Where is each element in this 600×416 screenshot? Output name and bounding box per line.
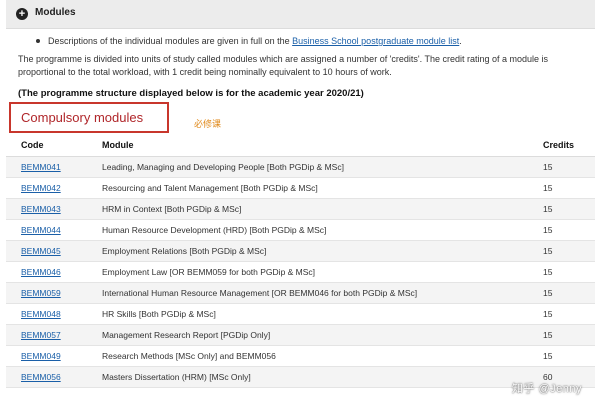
module-code-link[interactable]: BEMM046 — [6, 261, 87, 283]
accordion-title: Modules — [35, 7, 76, 18]
module-name: Leading, Managing and Developing People … — [87, 156, 528, 178]
module-credits: 15 — [528, 303, 595, 325]
module-name: International Human Resource Management … — [87, 282, 528, 304]
annotation-note: 必修课 — [194, 119, 222, 129]
watermark: 知乎 @Jenny — [511, 383, 582, 395]
module-name: HRM in Context [Both PGDip & MSc] — [87, 198, 528, 220]
table-row: BEMM041 Leading, Managing and Developing… — [6, 156, 595, 178]
table-row: BEMM042 Resourcing and Talent Management… — [6, 177, 595, 199]
module-list-link[interactable]: Business School postgraduate module list — [292, 36, 459, 46]
module-credits: 15 — [528, 156, 595, 178]
module-credits: 15 — [528, 177, 595, 199]
module-name: Employment Law [OR BEMM059 for both PGDi… — [87, 261, 528, 283]
header-credits: Credits — [528, 134, 595, 157]
module-credits: 15 — [528, 324, 595, 346]
module-code[interactable]: BEMM044 — [21, 225, 61, 235]
module-credits: 15 — [528, 240, 595, 262]
module-code-link[interactable]: BEMM043 — [6, 198, 87, 220]
table-header-row: Code Module Credits — [6, 134, 595, 157]
table-row: BEMM048 HR Skills [Both PGDip & MSc] 15 — [6, 303, 595, 325]
module-code-link[interactable]: BEMM059 — [6, 282, 87, 304]
module-name: Research Methods [MSc Only] and BEMM056 — [87, 345, 528, 367]
module-code[interactable]: BEMM056 — [21, 372, 61, 382]
table-row: BEMM049 Research Methods [MSc Only] and … — [6, 345, 595, 367]
table-row: BEMM044 Human Resource Development (HRD)… — [6, 219, 595, 241]
module-credits: 15 — [528, 345, 595, 367]
module-code-link[interactable]: BEMM056 — [6, 366, 87, 388]
module-code-link[interactable]: BEMM041 — [6, 156, 87, 178]
table-row: BEMM046 Employment Law [OR BEMM059 for b… — [6, 261, 595, 283]
module-name: HR Skills [Both PGDip & MSc] — [87, 303, 528, 325]
module-name: Employment Relations [Both PGDip & MSc] — [87, 240, 528, 262]
bullet-text-prefix: Descriptions of the individual modules a… — [48, 36, 293, 46]
module-code-link[interactable]: BEMM048 — [6, 303, 87, 325]
module-code-link[interactable]: BEMM044 — [6, 219, 87, 241]
module-credits: 15 — [528, 198, 595, 220]
header-code: Code — [6, 134, 87, 157]
table-row: BEMM043 HRM in Context [Both PGDip & MSc… — [6, 198, 595, 220]
table-row: BEMM059 International Human Resource Man… — [6, 282, 595, 304]
modules-accordion-header[interactable]: + Modules — [6, 0, 595, 29]
module-code-link[interactable]: BEMM042 — [6, 177, 87, 199]
module-code[interactable]: BEMM049 — [21, 351, 61, 361]
module-code[interactable]: BEMM042 — [21, 183, 61, 193]
module-code[interactable]: BEMM041 — [21, 162, 61, 172]
module-name: Masters Dissertation (HRM) [MSc Only] — [87, 366, 528, 388]
module-name: Resourcing and Talent Management [Both P… — [87, 177, 528, 199]
module-name: Human Resource Development (HRD) [Both P… — [87, 219, 528, 241]
module-code[interactable]: BEMM048 — [21, 309, 61, 319]
module-code-link[interactable]: BEMM057 — [6, 324, 87, 346]
compulsory-modules-heading: Compulsory modules — [21, 110, 144, 125]
credits-description: The programme is divided into units of s… — [18, 54, 549, 77]
compulsory-modules-highlight-box: Compulsory modules — [9, 102, 169, 133]
module-name: Management Research Report [PGDip Only] — [87, 324, 528, 346]
table-row: BEMM057 Management Research Report [PGDi… — [6, 324, 595, 346]
module-credits: 15 — [528, 261, 595, 283]
table-row: BEMM045 Employment Relations [Both PGDip… — [6, 240, 595, 262]
module-code[interactable]: BEMM059 — [21, 288, 61, 298]
module-credits: 15 — [528, 282, 595, 304]
module-credits: 15 — [528, 219, 595, 241]
header-module: Module — [87, 134, 528, 157]
bullet-text-suffix: . — [459, 36, 462, 46]
module-code[interactable]: BEMM057 — [21, 330, 61, 340]
module-list-bullet: Descriptions of the individual modules a… — [36, 36, 462, 46]
academic-year-note: (The programme structure displayed below… — [18, 88, 364, 99]
module-code[interactable]: BEMM043 — [21, 204, 61, 214]
expand-plus-icon[interactable]: + — [16, 8, 28, 20]
module-code[interactable]: BEMM045 — [21, 246, 61, 256]
module-code-link[interactable]: BEMM049 — [6, 345, 87, 367]
module-code-link[interactable]: BEMM045 — [6, 240, 87, 262]
module-code[interactable]: BEMM046 — [21, 267, 61, 277]
bullet-icon — [36, 38, 40, 43]
table-row: BEMM056 Masters Dissertation (HRM) [MSc … — [6, 366, 595, 388]
modules-table: Code Module Credits BEMM041 Leading, Man… — [6, 134, 595, 388]
modules-panel: + Modules Descriptions of the individual… — [6, 0, 595, 416]
